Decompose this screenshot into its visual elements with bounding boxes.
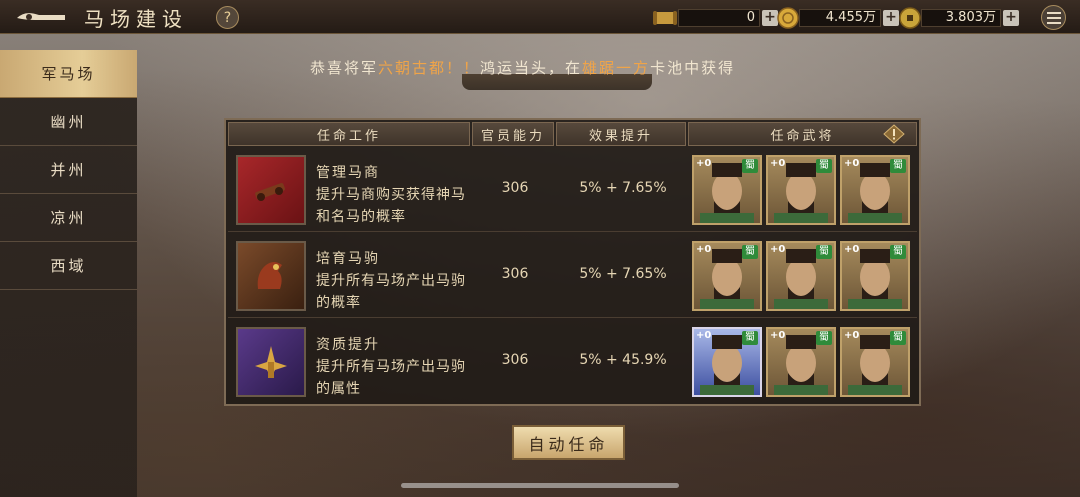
general-level: +0 xyxy=(844,244,860,255)
general-level: +0 xyxy=(770,158,786,169)
help-button[interactable]: ? xyxy=(216,6,239,29)
announcement-marquee: 恭喜将军六朝古都！！鸿运当头，在雄踞一方卡池中获得 xyxy=(310,57,735,78)
sidebar: 军马场 幽州 并州 凉州 西域 xyxy=(0,50,137,497)
copper-amount: 3.803万 xyxy=(921,8,1001,27)
table-row: 管理马商 提升马商购买获得神马和名马的概率 306 5% + 7.65% +0 … xyxy=(228,150,917,232)
resource-gold: 4.455万 + xyxy=(777,6,899,29)
job-description: 提升所有马场产出马驹的概率 xyxy=(316,273,466,311)
general-level: +0 xyxy=(696,330,712,341)
faction-badge: 蜀 xyxy=(742,331,758,345)
auto-appoint-button[interactable]: 自动任命 xyxy=(512,425,625,460)
faction-badge: 蜀 xyxy=(816,331,832,345)
sidebar-item-liangzhou[interactable]: 凉州 xyxy=(0,194,137,242)
general-level: +0 xyxy=(696,158,712,169)
marquee-middle: 鸿运当头，在 xyxy=(480,59,583,77)
copper-coin-icon xyxy=(899,6,921,29)
job-description: 提升马商购买获得神马和名马的概率 xyxy=(316,187,466,225)
job-description: 提升所有马场产出马驹的属性 xyxy=(316,359,466,397)
sidebar-item-label: 军马场 xyxy=(41,65,96,83)
gold-coin-icon xyxy=(777,6,799,29)
page-title: 马场建设 xyxy=(84,7,188,31)
official-ability: 306 xyxy=(501,352,529,368)
back-arrow-icon xyxy=(17,13,65,20)
job-name: 管理马商 xyxy=(316,165,380,181)
official-ability: 306 xyxy=(501,180,529,196)
faction-badge: 蜀 xyxy=(816,245,832,259)
general-slot[interactable]: +0 蜀 xyxy=(692,155,762,225)
sidebar-item-military-horse-farm[interactable]: 军马场 xyxy=(0,50,137,98)
gold-amount: 4.455万 xyxy=(799,8,881,27)
horse-trader-icon xyxy=(236,155,306,225)
header-effect: 效果提升 xyxy=(556,122,686,146)
effect-boost: 5% + 45.9% xyxy=(579,352,667,368)
sidebar-item-label: 西域 xyxy=(50,257,87,275)
menu-button[interactable] xyxy=(1041,5,1066,30)
header-job: 任命工作 xyxy=(228,122,470,146)
general-slot[interactable]: +0 蜀 xyxy=(766,155,836,225)
aptitude-boost-icon xyxy=(236,327,306,397)
faction-badge: 蜀 xyxy=(890,331,906,345)
marquee-pool: 雄踞一方 xyxy=(582,59,651,77)
horse-breeding-icon xyxy=(236,241,306,311)
add-gold-button[interactable]: + xyxy=(883,9,899,26)
add-copper-button[interactable]: + xyxy=(1003,9,1019,26)
job-name: 资质提升 xyxy=(316,337,380,353)
sidebar-item-youzhou[interactable]: 幽州 xyxy=(0,98,137,146)
scroll-icon xyxy=(653,10,677,25)
effect-boost: 5% + 7.65% xyxy=(579,180,667,196)
scroll-count: 0 xyxy=(678,8,760,27)
table-header: 任命工作 官员能力 效果提升 任命武将 xyxy=(226,120,919,148)
sidebar-item-bingzhou[interactable]: 并州 xyxy=(0,146,137,194)
faction-badge: 蜀 xyxy=(890,159,906,173)
general-slot[interactable]: +0 蜀 xyxy=(692,327,762,397)
general-slot[interactable]: +0 蜀 xyxy=(840,241,910,311)
general-slot[interactable]: +0 蜀 xyxy=(692,241,762,311)
general-slot[interactable]: +0 蜀 xyxy=(840,155,910,225)
official-ability: 306 xyxy=(501,266,529,282)
sidebar-item-label: 幽州 xyxy=(50,113,87,131)
general-slot[interactable]: +0 蜀 xyxy=(840,327,910,397)
marquee-prefix: 恭喜将军 xyxy=(310,59,379,77)
general-slot[interactable]: +0 蜀 xyxy=(766,327,836,397)
general-level: +0 xyxy=(696,244,712,255)
sidebar-item-xiyu[interactable]: 西域 xyxy=(0,242,137,290)
effect-boost: 5% + 7.65% xyxy=(579,266,667,282)
marquee-player: 六朝古都！！ xyxy=(378,59,481,77)
home-indicator[interactable] xyxy=(401,483,679,488)
marquee-suffix: 卡池中获得 xyxy=(650,59,736,77)
general-level: +0 xyxy=(770,330,786,341)
general-slot[interactable]: +0 蜀 xyxy=(766,241,836,311)
faction-badge: 蜀 xyxy=(816,159,832,173)
appointment-table: 任命工作 官员能力 效果提升 任命武将 管理马商 提升马商购买获得神马和名马的概… xyxy=(224,118,921,406)
faction-badge: 蜀 xyxy=(890,245,906,259)
faction-badge: 蜀 xyxy=(742,245,758,259)
job-name: 培育马驹 xyxy=(316,251,380,267)
add-scroll-button[interactable]: + xyxy=(762,9,778,26)
header-ability: 官员能力 xyxy=(472,122,554,146)
resource-scroll: 0 + xyxy=(652,7,778,28)
top-bar: 马场建设 ? 0 + 4.455万 + 3.803万 + xyxy=(0,0,1080,34)
general-level: +0 xyxy=(770,244,786,255)
faction-badge: 蜀 xyxy=(742,159,758,173)
general-level: +0 xyxy=(844,330,860,341)
menu-icon xyxy=(1046,11,1061,24)
back-button[interactable] xyxy=(14,5,68,29)
info-icon[interactable] xyxy=(883,124,905,144)
sidebar-item-label: 并州 xyxy=(50,161,87,179)
table-row: 培育马驹 提升所有马场产出马驹的概率 306 5% + 7.65% +0 蜀 +… xyxy=(228,236,917,318)
sidebar-item-label: 凉州 xyxy=(50,209,87,227)
resource-copper: 3.803万 + xyxy=(899,6,1019,29)
general-level: +0 xyxy=(844,158,860,169)
table-row: 资质提升 提升所有马场产出马驹的属性 306 5% + 45.9% +0 蜀 +… xyxy=(228,322,917,404)
